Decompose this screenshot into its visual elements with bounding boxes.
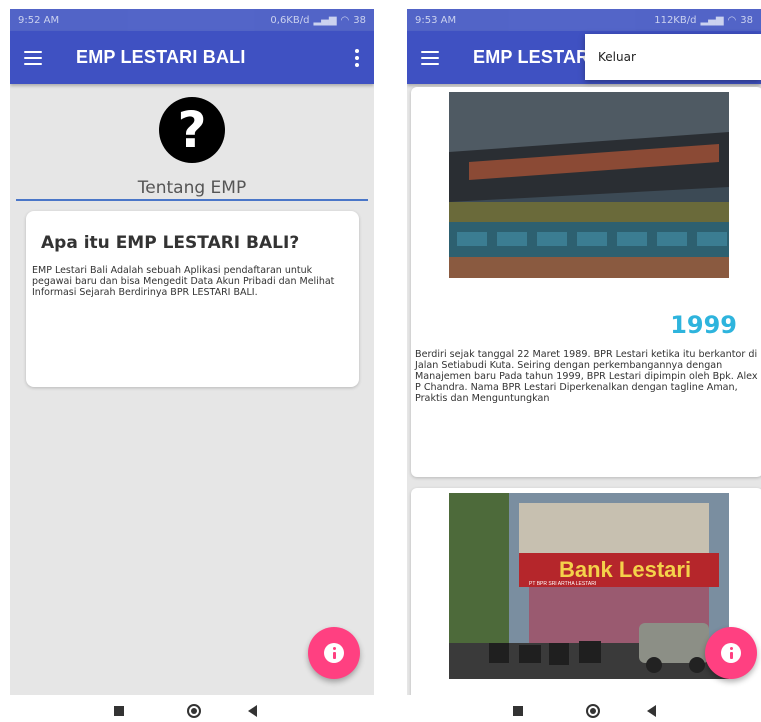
- heading-underline: [16, 199, 368, 201]
- status-icons: 0,6KB/d ▂▄▆ ◠ 38: [270, 15, 366, 26]
- network-speed: 0,6KB/d: [270, 14, 310, 26]
- old-office-image: [449, 92, 729, 278]
- signal-icon: ▂▄▆: [313, 14, 337, 26]
- info-fab-button[interactable]: [308, 627, 360, 679]
- app-bar: EMP LESTARI BALI: [10, 31, 374, 84]
- bank-lestari-photo: Bank Lestari PT BPR SRI ARTHA LESTARI: [449, 493, 729, 679]
- battery-icon: 38: [353, 14, 366, 26]
- wifi-icon: ◠: [727, 14, 737, 26]
- info-icon: [721, 643, 741, 663]
- status-bar: 9:52 AM 0,6KB/d ▂▄▆ ◠ 38: [10, 9, 374, 31]
- back-icon[interactable]: [647, 705, 656, 717]
- help-icon: ?: [159, 97, 225, 163]
- battery-icon: 38: [740, 14, 753, 26]
- bank-lestari-image: Bank Lestari PT BPR SRI ARTHA LESTARI: [449, 493, 729, 679]
- hamburger-icon[interactable]: [421, 50, 439, 65]
- status-time: 9:52 AM: [18, 14, 60, 26]
- bank-sign-text: Bank Lestari: [559, 557, 691, 582]
- overflow-menu-item-keluar[interactable]: Keluar: [585, 34, 761, 80]
- phone-screen-about: 9:52 AM 0,6KB/d ▂▄▆ ◠ 38 EMP LESTARI BAL…: [10, 9, 374, 695]
- app-title: EMP LESTARI BALI: [76, 47, 246, 67]
- history-year: 1999: [670, 311, 737, 339]
- home-icon[interactable]: [586, 704, 600, 718]
- status-bar: 9:53 AM 112KB/d ▂▄▆ ◠ 38: [407, 9, 761, 31]
- screenshot-stage: 9:52 AM 0,6KB/d ▂▄▆ ◠ 38 EMP LESTARI BAL…: [0, 0, 761, 722]
- card-body: EMP Lestari Bali Adalah sebuah Aplikasi …: [32, 265, 335, 298]
- status-icons: 112KB/d ▂▄▆ ◠ 38: [654, 15, 753, 26]
- phone-screen-history: 9:53 AM 112KB/d ▂▄▆ ◠ 38 EMP LESTARI BAL…: [407, 9, 761, 695]
- about-card: Apa itu EMP LESTARI BALI? EMP Lestari Ba…: [26, 211, 359, 387]
- system-nav-bar: [507, 700, 657, 722]
- hamburger-icon[interactable]: [24, 50, 42, 65]
- info-icon: [324, 643, 344, 663]
- network-speed: 112KB/d: [654, 14, 697, 26]
- wifi-icon: ◠: [340, 14, 350, 26]
- history-card: 1999 Berdiri sejak tanggal 22 Maret 1989…: [411, 87, 761, 477]
- recents-icon[interactable]: [114, 706, 124, 716]
- section-heading: Tentang EMP: [137, 178, 247, 198]
- bank-sign-subtext: PT BPR SRI ARTHA LESTARI: [529, 581, 596, 587]
- history-text: Berdiri sejak tanggal 22 Maret 1989. BPR…: [415, 349, 758, 404]
- recents-icon[interactable]: [513, 706, 523, 716]
- more-vert-icon[interactable]: [354, 49, 360, 67]
- signal-icon: ▂▄▆: [700, 14, 724, 26]
- old-office-photo: [449, 92, 729, 278]
- back-icon[interactable]: [248, 705, 257, 717]
- home-icon[interactable]: [187, 704, 201, 718]
- status-time: 9:53 AM: [415, 14, 457, 26]
- card-title: Apa itu EMP LESTARI BALI?: [41, 233, 300, 253]
- system-nav-bar: [108, 700, 258, 722]
- info-fab-button[interactable]: [705, 627, 757, 679]
